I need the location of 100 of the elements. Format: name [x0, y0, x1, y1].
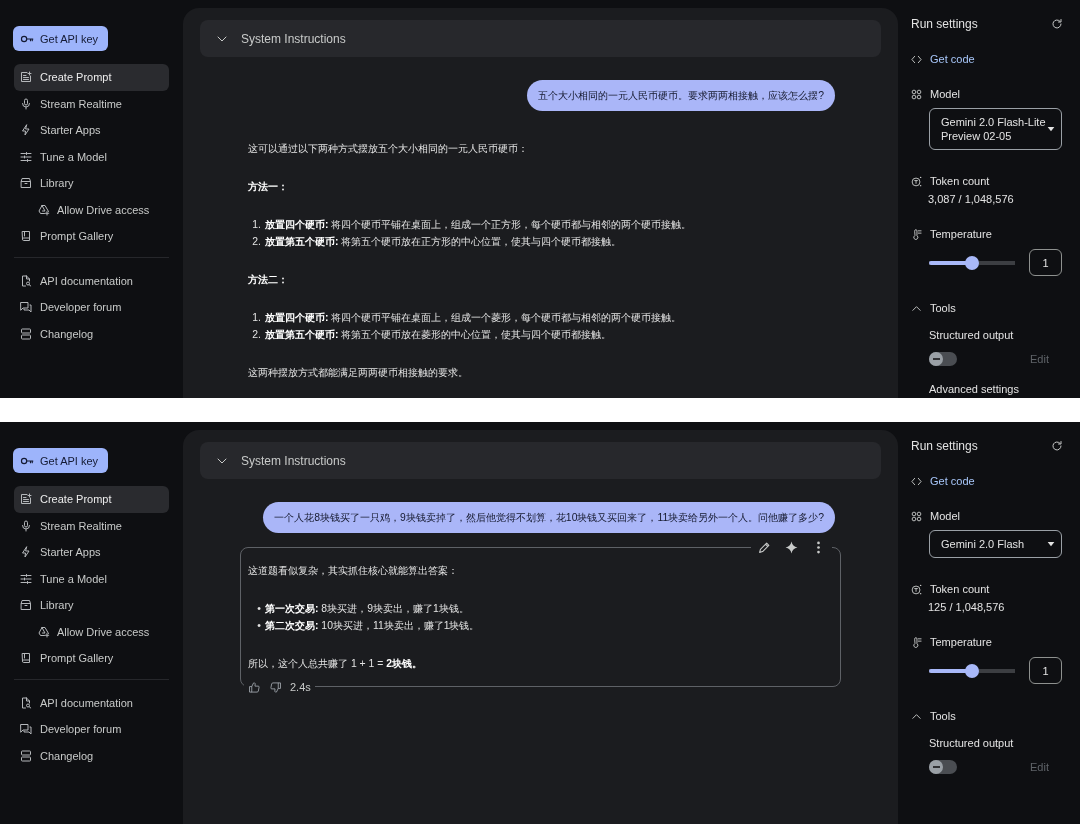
model-dropdown[interactable]: Gemini 2.0 Flash [929, 530, 1062, 558]
panel-title: Run settings [911, 17, 978, 31]
document-search-icon [20, 274, 32, 287]
token-count-value: 125 / 1,048,576 [928, 600, 1006, 614]
triangle-plus-icon [38, 203, 50, 216]
sidebar-item[interactable]: Starter Apps [14, 539, 169, 566]
sidebar-item[interactable]: Stream Realtime [14, 90, 169, 117]
sidebar-link[interactable]: Changelog [14, 742, 169, 769]
sparkle-icon [785, 540, 798, 554]
structured-output-toggle[interactable] [929, 760, 957, 774]
stack-icon [20, 327, 32, 340]
get-code-link[interactable]: Get code [911, 474, 975, 488]
sidebar-item[interactable]: Prompt Gallery [14, 645, 169, 672]
sidebar-item[interactable]: Tune a Model [14, 143, 169, 170]
list-marker: • [256, 602, 261, 616]
setting-label: Structured output [929, 736, 1015, 750]
sidebar-item[interactable]: Create Prompt [14, 64, 169, 91]
response-heading: 方法一： [248, 180, 289, 194]
response-paragraph: 这道题看似复杂，其实抓住核心就能算出答案： [248, 564, 459, 578]
lightning-icon [20, 546, 32, 559]
sidebar-item[interactable]: Prompt Gallery [14, 223, 169, 250]
microphone-icon [20, 97, 32, 110]
thumbs-down-icon [270, 681, 281, 693]
list-item-text: 第一次交易: 8块买进，9块卖出，赚了1块钱。 [265, 602, 469, 616]
sidebar-item[interactable]: Library [14, 170, 169, 197]
list-item-text: 放置四个硬币: 将四个硬币平铺在桌面上，组成一个菱形，每个硬币都与相邻的两个硬币接触。 [265, 311, 682, 325]
list-item-text: 放置四个硬币: 将四个硬币平铺在桌面上，组成一个正方形，每个硬币都与相邻的两个硬币接触。 [265, 218, 692, 232]
code-icon [911, 53, 922, 65]
response-paragraph: 这两种摆放方式都能满足两两硬币相接触的要求。 [248, 366, 469, 380]
caret-icon [1047, 540, 1055, 548]
sidebar-link[interactable]: Developer forum [14, 294, 169, 321]
get-api-key-button[interactable]: Get API key [13, 448, 109, 473]
temperature-field[interactable]: 1 [1029, 249, 1062, 276]
section-header[interactable]: Advanced settings [929, 382, 1063, 396]
list-marker: • [256, 619, 261, 633]
timer-icon [911, 583, 922, 595]
tools-section-header[interactable]: Tools [911, 301, 956, 315]
list-item-text: 第二次交易: 10块买进，11块卖出，赚了1块钱。 [265, 619, 480, 633]
book-icon [20, 652, 32, 665]
thermometer-icon [911, 636, 922, 648]
response-paragraph: 这可以通过以下两种方式摆放五个大小相同的一元人民币硬币： [248, 142, 529, 156]
document-plus-icon [20, 71, 32, 84]
setting-label: Temperature [930, 228, 992, 240]
sidebar-link[interactable]: Changelog [14, 320, 169, 347]
slider-thumb[interactable] [965, 663, 979, 678]
setting-label: Model [930, 510, 960, 522]
list-marker: 1. [252, 311, 261, 325]
list-marker: 2. [252, 235, 261, 249]
pencil-icon [758, 540, 771, 554]
microphone-icon [20, 519, 32, 532]
document-plus-icon [20, 493, 32, 506]
sidebar-item[interactable]: Stream Realtime [14, 512, 169, 539]
sidebar-subitem[interactable]: Allow Drive access [14, 196, 169, 223]
sidebar-link[interactable]: Developer forum [14, 716, 169, 743]
slider-thumb[interactable] [965, 255, 979, 270]
system-instructions-bar[interactable]: System Instructions [200, 442, 881, 479]
structured-output-toggle[interactable] [929, 352, 957, 366]
box-icon [20, 599, 32, 612]
circles-grid-icon [911, 88, 922, 100]
tools-section-header[interactable]: Tools [911, 709, 956, 723]
response-heading: 方法二： [248, 273, 289, 287]
setting-label: Token count [930, 583, 990, 595]
box-icon [20, 177, 32, 190]
setting-label: Model [930, 88, 960, 100]
chat-icon [20, 723, 32, 736]
model-dropdown[interactable]: Gemini 2.0 Flash-Lite Preview 02-05 [929, 108, 1062, 150]
triangle-plus-icon [38, 625, 50, 638]
list-marker: 2. [252, 328, 261, 342]
sidebar-item[interactable]: Starter Apps [14, 117, 169, 144]
chat-icon [20, 301, 32, 314]
circles-grid-icon [911, 510, 922, 522]
thermometer-icon [911, 228, 922, 240]
document-search-icon [20, 696, 32, 709]
user-message: 一个人花8块钱买了一只鸡，9块钱卖掉了，然后他觉得不划算，花10块钱又买回来了，11块卖给另外一个人。问他赚了多少? [263, 502, 835, 533]
setting-label: Token count [930, 175, 990, 187]
caret-icon [1047, 125, 1055, 133]
user-message: 五个大小相同的一元人民币硬币。要求两两相接触，应该怎么摆? [527, 80, 835, 111]
refresh-icon[interactable] [1051, 440, 1063, 452]
refresh-icon[interactable] [1051, 18, 1063, 30]
sidebar-link[interactable]: API documentation [14, 689, 169, 716]
setting-label: Temperature [930, 636, 992, 648]
list-item-text: 放置第五个硬币: 将第五个硬币放在正方形的中心位置，使其与四个硬币都接触。 [265, 235, 622, 249]
lightning-icon [20, 124, 32, 137]
sidebar-item[interactable]: Create Prompt [14, 486, 169, 513]
list-marker: 1. [252, 218, 261, 232]
system-instructions-bar[interactable]: System Instructions [200, 20, 881, 57]
token-count-value: 3,087 / 1,048,576 [928, 192, 1015, 206]
sidebar-link[interactable]: API documentation [14, 267, 169, 294]
sidebar-item[interactable]: Library [14, 592, 169, 619]
setting-label: Structured output [929, 328, 1015, 342]
timer-icon [911, 175, 922, 187]
get-code-link[interactable]: Get code [911, 52, 975, 66]
sliders-icon [20, 572, 32, 585]
sliders-icon [20, 150, 32, 163]
stack-icon [20, 749, 32, 762]
temperature-field[interactable]: 1 [1029, 657, 1062, 684]
sidebar-subitem[interactable]: Allow Drive access [14, 618, 169, 645]
sidebar-item[interactable]: Tune a Model [14, 565, 169, 592]
get-api-key-button[interactable]: Get API key [13, 26, 109, 51]
thumbs-up-icon [249, 681, 260, 693]
